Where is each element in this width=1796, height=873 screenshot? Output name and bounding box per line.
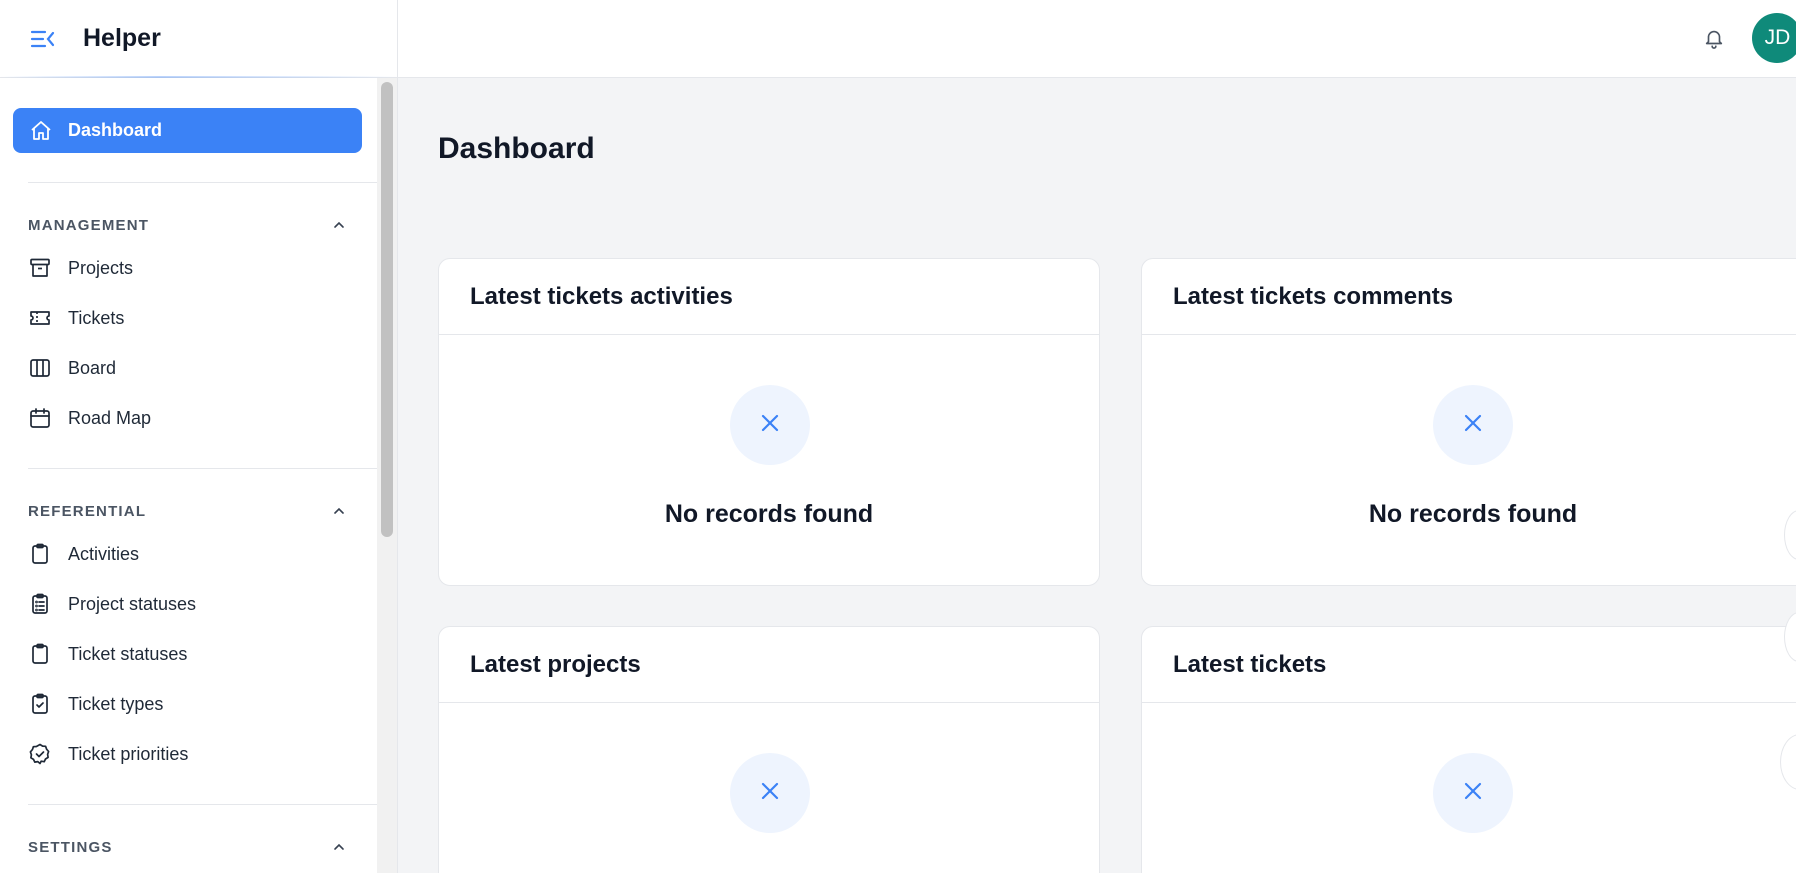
sidebar-item-label: Ticket priorities [68, 744, 189, 764]
sidebar-item-projects[interactable]: Projects [28, 250, 362, 286]
widget-latest-tickets-activities: Latest tickets activities No records fou… [438, 258, 1100, 586]
sidebar-item-label: Activities [68, 544, 140, 564]
sidebar-item-activities[interactable]: Activities [28, 536, 362, 572]
calendar-icon [28, 406, 52, 430]
empty-state-text: No records found [1368, 500, 1578, 528]
sidebar-item-label: Dashboard [68, 120, 163, 140]
clipboard-check-icon [28, 692, 52, 716]
sidebar-item-label: Board [68, 358, 117, 378]
home-icon [29, 119, 53, 143]
sidebar-item-label: Projects [68, 258, 134, 278]
widget-header: Latest projects [439, 627, 1099, 703]
clipboard-icon [28, 542, 52, 566]
sidebar-item-label: Ticket types [68, 694, 164, 714]
sidebar-item-tickets[interactable]: Tickets [28, 300, 362, 336]
ticket-icon [28, 306, 52, 330]
sidebar-scrollbar-thumb[interactable] [381, 82, 393, 537]
widget-header: Latest tickets [1142, 627, 1796, 703]
widget-title: Latest tickets comments [1173, 283, 1454, 310]
divider [28, 804, 377, 805]
group-title-management: MANAGEMENT [28, 217, 150, 234]
empty-state-icon-wrap [730, 753, 810, 833]
close-icon [758, 779, 782, 808]
clipboard-list-icon [28, 592, 52, 616]
widget-header: Latest tickets activities [439, 259, 1099, 335]
divider [28, 468, 377, 469]
empty-state-icon-wrap [1433, 753, 1513, 833]
widget-title: Latest projects [470, 651, 641, 678]
sidebar-item-project-statuses[interactable]: Project statuses [28, 586, 362, 622]
columns-icon [28, 356, 52, 380]
chevron-up-icon[interactable] [330, 502, 348, 520]
chevron-up-icon[interactable] [330, 838, 348, 856]
bell-icon[interactable] [1700, 24, 1728, 52]
chevron-up-icon[interactable] [330, 216, 348, 234]
brand-area: Helper [0, 0, 398, 78]
menu-collapse-icon[interactable] [28, 26, 58, 52]
group-title-referential: REFERENTIAL [28, 503, 147, 520]
badge-check-icon [28, 742, 52, 766]
widget-header: Latest tickets comments [1142, 259, 1796, 335]
close-icon [758, 411, 782, 440]
widget-title: Latest tickets activities [470, 283, 733, 310]
divider [28, 182, 377, 183]
sidebar-item-label: Project statuses [68, 594, 197, 614]
widget-latest-tickets: Latest tickets [1141, 626, 1796, 873]
clipboard-icon [28, 642, 52, 666]
widget-latest-tickets-comments: Latest tickets comments No records found [1141, 258, 1796, 586]
sidebar-item-ticket-types[interactable]: Ticket types [28, 686, 362, 722]
sidebar-item-board[interactable]: Board [28, 350, 362, 386]
archive-icon [28, 256, 52, 280]
sidebar-item-label: Road Map [68, 408, 152, 428]
sidebar-item-ticket-priorities[interactable]: Ticket priorities [28, 736, 362, 772]
sidebar: Dashboard MANAGEMENT Projects Tickets Bo… [0, 78, 398, 873]
app-title: Helper [83, 24, 161, 52]
close-icon [1461, 411, 1485, 440]
sidebar-item-dashboard[interactable]: Dashboard [13, 108, 362, 153]
top-bar: Helper JD [0, 0, 1796, 78]
close-icon [1461, 779, 1485, 808]
user-avatar[interactable]: JD [1752, 13, 1796, 63]
page-title: Dashboard [438, 132, 595, 165]
widget-latest-projects: Latest projects [438, 626, 1100, 873]
group-title-settings: SETTINGS [28, 839, 113, 856]
widget-title: Latest tickets [1173, 651, 1327, 678]
empty-state-icon-wrap [730, 385, 810, 465]
empty-state-text: No records found [664, 500, 874, 528]
sidebar-item-label: Tickets [68, 308, 125, 328]
sidebar-item-ticket-statuses[interactable]: Ticket statuses [28, 636, 362, 672]
empty-state-icon-wrap [1433, 385, 1513, 465]
sidebar-item-label: Ticket statuses [68, 644, 188, 664]
sidebar-item-road-map[interactable]: Road Map [28, 400, 362, 436]
